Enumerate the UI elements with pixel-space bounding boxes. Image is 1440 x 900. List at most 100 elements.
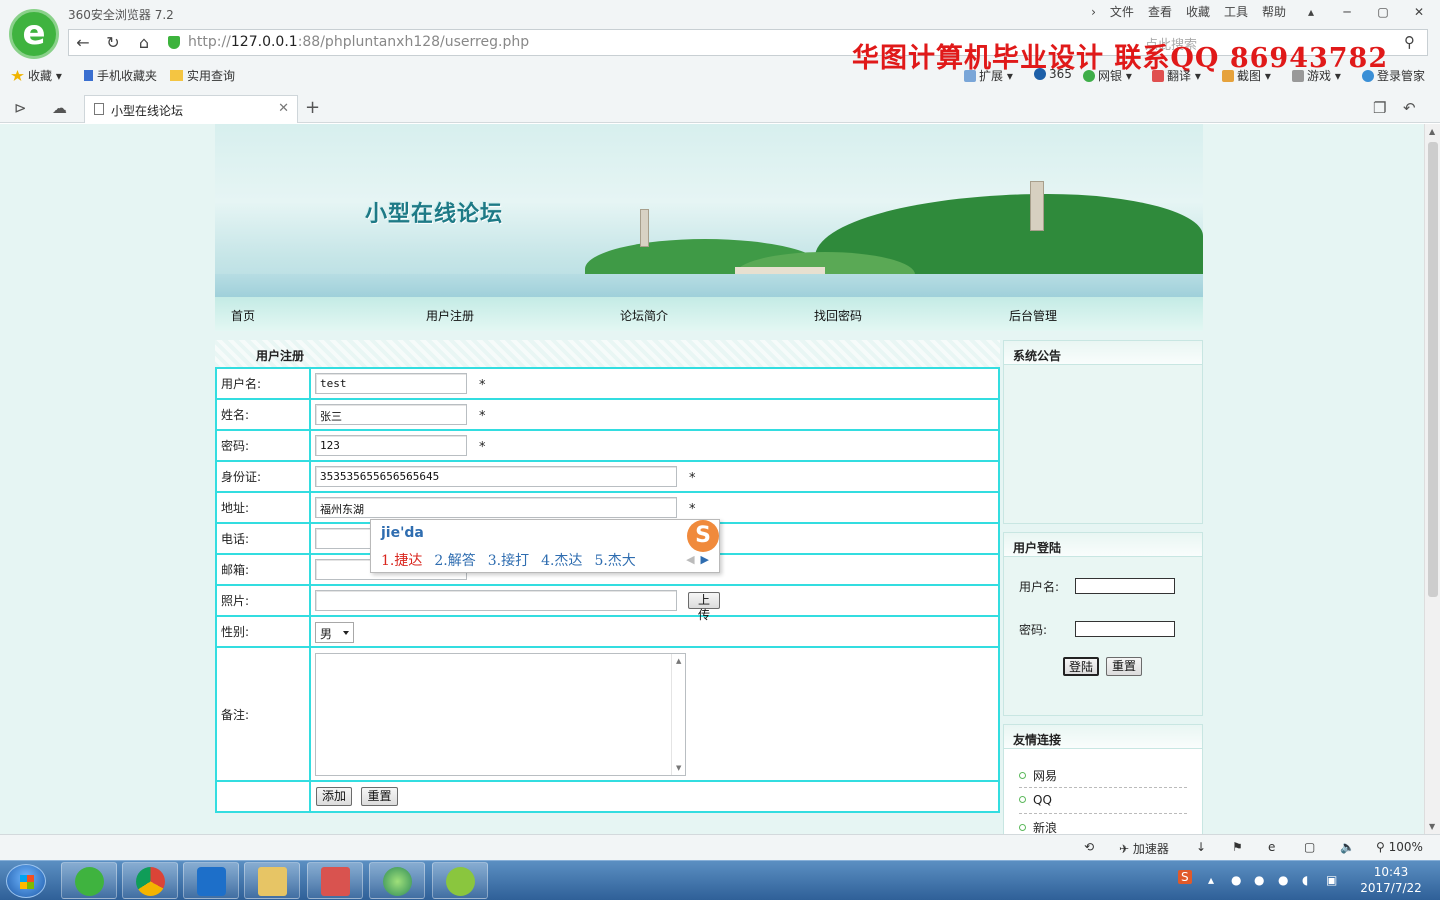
nav-home[interactable]: 首页 (231, 307, 255, 324)
scroll-up-icon[interactable]: ▲ (676, 657, 681, 665)
system-clock[interactable]: 10:43 2017/7/22 (1354, 864, 1428, 896)
taskbar-chrome[interactable] (122, 862, 178, 899)
download-icon[interactable]: ↓ (1196, 840, 1206, 854)
sidebar-toggle-icon[interactable]: ⊳ (14, 99, 27, 117)
ime-candidate[interactable]: 1.捷达 (381, 553, 422, 569)
refresh-icon[interactable]: ↻ (102, 33, 124, 53)
volume-icon[interactable]: 🔈 (1340, 840, 1355, 854)
menu-favorites[interactable]: 收藏 (1186, 3, 1210, 20)
menu-help[interactable]: 帮助 (1262, 3, 1286, 20)
gender-select[interactable]: 男 (315, 622, 354, 643)
nav-recover-password[interactable]: 找回密码 (814, 307, 862, 324)
chevron-right-icon[interactable]: › (1091, 5, 1096, 19)
minimize-button[interactable]: ─ (1336, 5, 1358, 19)
start-button[interactable] (6, 864, 46, 898)
link-qq[interactable]: QQ (1019, 793, 1052, 807)
scroll-down-icon[interactable]: ▼ (1429, 822, 1435, 831)
taskbar-maxthon[interactable] (183, 862, 239, 899)
menu-file[interactable]: 文件 (1110, 3, 1134, 20)
ime-candidate[interactable]: 4.杰达 (541, 553, 582, 569)
tab-current[interactable]: 小型在线论坛 ✕ (84, 95, 298, 123)
username-cell: test * (309, 367, 1000, 400)
new-tab-button[interactable]: + (305, 97, 320, 118)
back-icon[interactable]: ← (72, 33, 94, 53)
page-scrollbar[interactable]: ▲ ▼ (1424, 124, 1440, 834)
menu-tools[interactable]: 工具 (1224, 3, 1248, 20)
sogou-tray-icon[interactable]: S (1178, 870, 1192, 884)
extension-screenshot[interactable]: 截图 ▾ (1222, 67, 1271, 84)
extension-login-manager[interactable]: 登录管家 (1362, 67, 1425, 84)
taskbar-dreamweaver[interactable] (432, 862, 488, 899)
tab-list-icon[interactable]: ❐ (1373, 99, 1386, 117)
next-page-icon[interactable]: ▶ (701, 553, 709, 566)
nav-about[interactable]: 论坛简介 (620, 307, 668, 324)
qq-tray-icon[interactable]: ● (1254, 873, 1264, 887)
name-label: 姓名: (215, 398, 311, 431)
ime-candidate[interactable]: 3.接打 (488, 553, 529, 569)
link-sina[interactable]: 新浪 (1019, 819, 1057, 834)
login-button[interactable]: 登陆 (1063, 657, 1099, 676)
form-row-gender: 性别: 男 (215, 615, 1000, 648)
taskbar-app-globe[interactable] (369, 862, 425, 899)
taskbar-explorer[interactable] (244, 862, 300, 899)
photo-input[interactable] (315, 590, 677, 611)
idcard-cell: 353535655656565645 * (309, 460, 1000, 493)
extension-translate[interactable]: 翻译 ▾ (1152, 67, 1201, 84)
history-icon[interactable]: ⟲ (1084, 840, 1094, 854)
skin-icon[interactable]: ▴ (1300, 5, 1322, 19)
login-reset-button[interactable]: 重置 (1106, 657, 1142, 676)
menu-view[interactable]: 查看 (1148, 3, 1172, 20)
submit-button[interactable]: 添加 (316, 787, 352, 806)
qq-tray-icon[interactable]: ● (1278, 873, 1288, 887)
login-username-input[interactable] (1075, 578, 1175, 594)
username-input[interactable]: test (315, 373, 467, 394)
speaker-tray-icon[interactable]: ◖ (1302, 873, 1308, 887)
upload-button[interactable]: 上传 (688, 592, 720, 622)
scrollbar-thumb[interactable] (1428, 142, 1438, 597)
ime-candidate[interactable]: 5.杰大 (594, 553, 635, 569)
idcard-input[interactable]: 353535655656565645 (315, 466, 677, 487)
accelerator-button[interactable]: ✈ 加速器 (1119, 840, 1169, 857)
scroll-down-icon[interactable]: ▼ (676, 764, 681, 772)
taskbar-360-browser[interactable] (61, 862, 117, 899)
search-icon[interactable]: ⚲ (1404, 33, 1415, 51)
extension-bank[interactable]: 网银 ▾ (1083, 67, 1132, 84)
textarea-scrollbar[interactable]: ▲ ▼ (671, 654, 685, 775)
ime-candidate[interactable]: 2.解答 (434, 553, 475, 569)
home-icon[interactable]: ⌂ (133, 33, 155, 53)
bookmark-favorites[interactable]: 收藏 ▾ (11, 67, 62, 84)
link-netease[interactable]: 网易 (1019, 767, 1057, 784)
reset-button[interactable]: 重置 (361, 787, 398, 806)
bookmark-tools[interactable]: 实用查询 (170, 67, 235, 84)
banner-pagoda (640, 209, 649, 247)
nav-admin[interactable]: 后台管理 (1009, 307, 1057, 324)
network-tray-icon[interactable]: ▣ (1326, 873, 1337, 887)
form-header: 用户注册 (215, 340, 1000, 367)
tab-close-icon[interactable]: ✕ (278, 101, 289, 116)
ie-mode-icon[interactable]: e (1268, 840, 1275, 854)
nav-register[interactable]: 用户注册 (426, 307, 474, 324)
extension-expand[interactable]: 扩展 ▾ (964, 67, 1013, 84)
maximize-button[interactable]: ▢ (1372, 5, 1394, 19)
bookmark-mobile[interactable]: 手机收藏夹 (84, 67, 157, 84)
url-text[interactable]: http://127.0.0.1:88/phpluntanxh128/userr… (188, 34, 529, 50)
prev-page-icon[interactable]: ◀ (686, 553, 694, 566)
login-password-input[interactable] (1075, 621, 1175, 637)
address-input[interactable]: 福州东湖 (315, 497, 677, 518)
password-input[interactable]: 123 (315, 435, 467, 456)
extension-games[interactable]: 游戏 ▾ (1292, 67, 1341, 84)
name-input[interactable]: 张三 (315, 404, 467, 425)
window-icon[interactable]: ▢ (1304, 840, 1315, 854)
tray-expand-icon[interactable]: ▴ (1208, 873, 1214, 887)
zoom-control[interactable]: ⚲ 100% (1376, 840, 1423, 854)
taskbar-app-house[interactable] (307, 862, 363, 899)
dropdown-arrow-icon (343, 631, 349, 635)
extension-365[interactable]: 365 (1034, 67, 1072, 81)
undo-close-icon[interactable]: ↶ (1403, 99, 1416, 117)
close-window-button[interactable]: ✕ (1408, 5, 1430, 19)
remark-textarea[interactable]: ▲ ▼ (315, 653, 686, 776)
wechat-tray-icon[interactable]: ● (1231, 873, 1241, 887)
scroll-up-icon[interactable]: ▲ (1429, 127, 1435, 136)
flag-icon[interactable]: ⚑ (1232, 840, 1243, 854)
cloud-icon[interactable]: ☁ (52, 99, 67, 117)
